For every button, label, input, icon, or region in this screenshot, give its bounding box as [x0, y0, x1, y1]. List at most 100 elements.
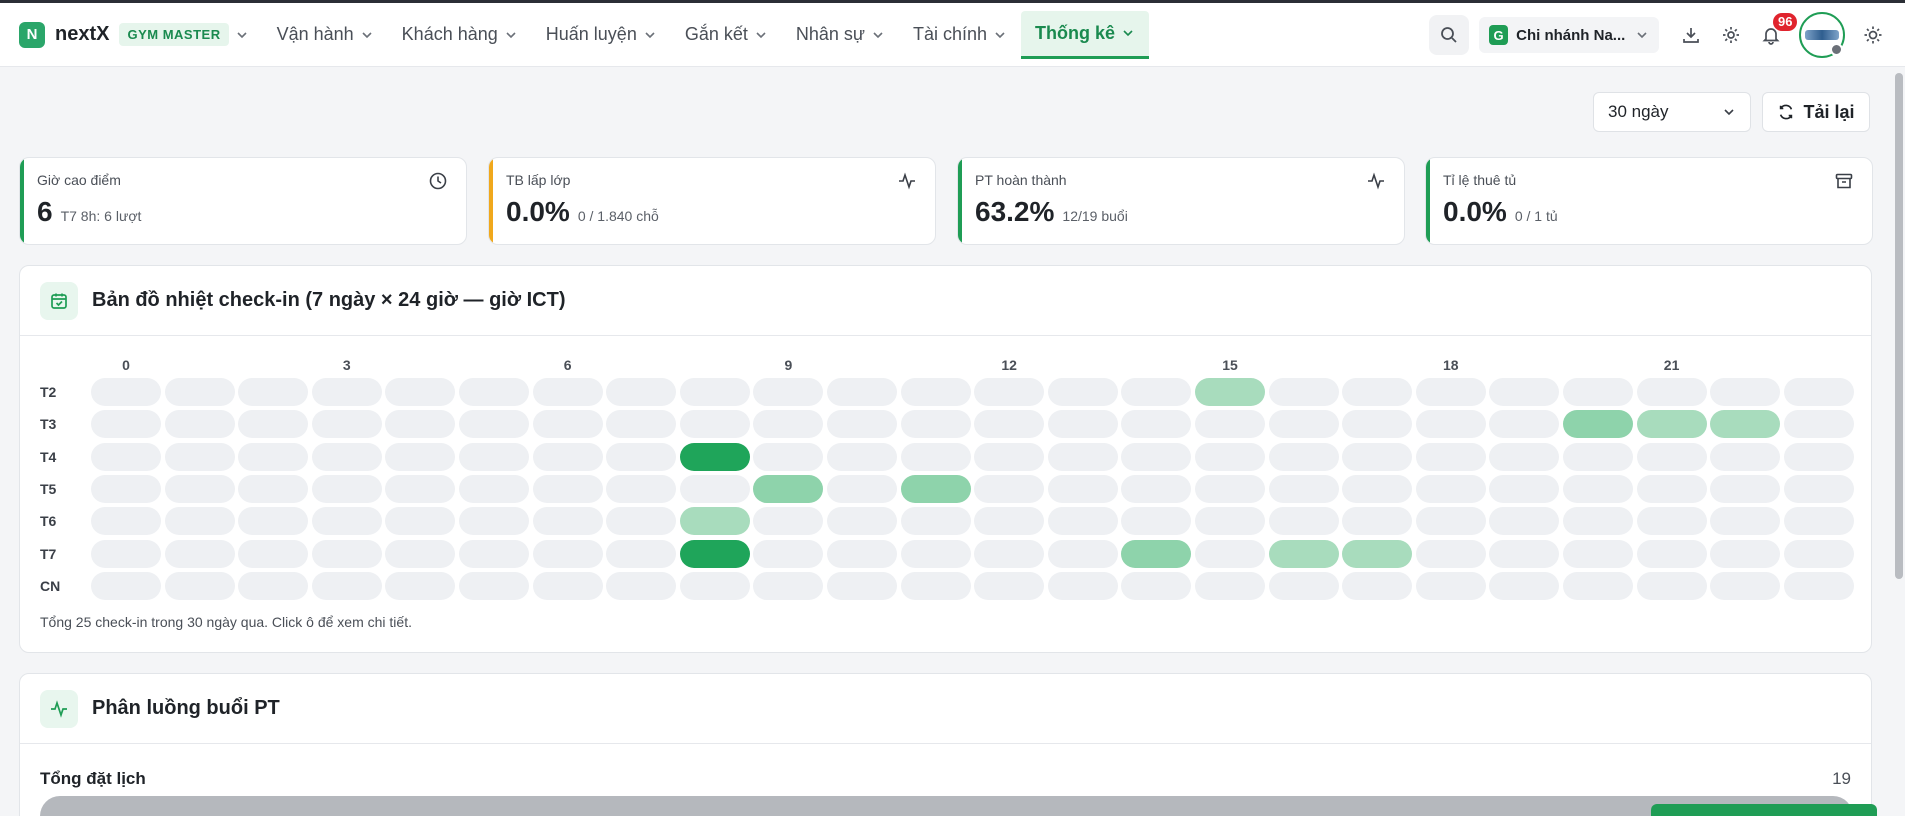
heatmap-cell[interactable] — [1783, 442, 1854, 471]
heatmap-cell[interactable] — [606, 442, 677, 471]
heatmap-cell[interactable] — [827, 378, 897, 406]
heatmap-cell[interactable] — [1047, 507, 1118, 536]
heatmap-cell[interactable] — [91, 571, 161, 600]
heatmap-cell[interactable] — [974, 507, 1045, 536]
heatmap-cell[interactable] — [1195, 474, 1265, 503]
heatmap-cell[interactable] — [1489, 507, 1560, 536]
heatmap-cell[interactable] — [238, 378, 309, 406]
nav-item-5[interactable]: Tài chính — [899, 11, 1021, 59]
heatmap-cell[interactable] — [532, 539, 603, 568]
heatmap-cell[interactable] — [1636, 474, 1707, 503]
heatmap-cell[interactable] — [385, 474, 456, 503]
heatmap-cell[interactable] — [1195, 442, 1265, 471]
heatmap-cell[interactable] — [385, 539, 456, 568]
heatmap-cell[interactable] — [827, 442, 897, 471]
heatmap-cell[interactable] — [1415, 442, 1486, 471]
heatmap-cell[interactable] — [753, 378, 824, 406]
heatmap-cell[interactable] — [164, 442, 235, 471]
heatmap-cell[interactable] — [827, 571, 897, 600]
heatmap-cell[interactable] — [1563, 571, 1633, 600]
heatmap-cell[interactable] — [753, 507, 824, 536]
heatmap-cell[interactable] — [679, 378, 750, 406]
heatmap-cell[interactable] — [606, 507, 677, 536]
heatmap-cell[interactable] — [238, 571, 309, 600]
heatmap-cell[interactable] — [679, 571, 750, 600]
heatmap-cell[interactable] — [1710, 474, 1781, 503]
settings-button[interactable] — [1711, 15, 1751, 55]
heatmap-cell[interactable] — [1563, 410, 1633, 439]
heatmap-cell[interactable] — [385, 378, 456, 406]
heatmap-cell[interactable] — [1121, 410, 1192, 439]
branch-selector[interactable]: G Chi nhánh Na... — [1479, 17, 1659, 53]
heatmap-cell[interactable] — [1783, 474, 1854, 503]
heatmap-cell[interactable] — [606, 378, 677, 406]
heatmap-cell[interactable] — [1710, 378, 1781, 406]
heatmap-cell[interactable] — [532, 378, 603, 406]
heatmap-cell[interactable] — [238, 539, 309, 568]
heatmap-cell[interactable] — [900, 378, 971, 406]
heatmap-cell[interactable] — [238, 442, 309, 471]
heatmap-cell[interactable] — [679, 507, 750, 536]
heatmap-cell[interactable] — [974, 474, 1045, 503]
heatmap-cell[interactable] — [1563, 442, 1633, 471]
heatmap-cell[interactable] — [311, 474, 382, 503]
heatmap-cell[interactable] — [1047, 474, 1118, 503]
heatmap-cell[interactable] — [385, 571, 456, 600]
heatmap-cell[interactable] — [974, 410, 1045, 439]
heatmap-cell[interactable] — [1342, 378, 1413, 406]
heatmap-cell[interactable] — [1783, 410, 1854, 439]
heatmap-cell[interactable] — [1636, 378, 1707, 406]
heatmap-cell[interactable] — [164, 571, 235, 600]
heatmap-cell[interactable] — [1636, 410, 1707, 439]
heatmap-cell[interactable] — [606, 539, 677, 568]
heatmap-cell[interactable] — [679, 539, 750, 568]
heatmap-cell[interactable] — [1489, 378, 1560, 406]
theme-toggle-button[interactable] — [1853, 15, 1893, 55]
heatmap-cell[interactable] — [1121, 378, 1192, 406]
heatmap-cell[interactable] — [1710, 410, 1781, 439]
heatmap-cell[interactable] — [1268, 378, 1339, 406]
heatmap-cell[interactable] — [753, 442, 824, 471]
heatmap-cell[interactable] — [679, 442, 750, 471]
heatmap-cell[interactable] — [1563, 378, 1633, 406]
heatmap-cell[interactable] — [606, 571, 677, 600]
heatmap-cell[interactable] — [91, 474, 161, 503]
heatmap-cell[interactable] — [1710, 507, 1781, 536]
heatmap-cell[interactable] — [606, 474, 677, 503]
heatmap-cell[interactable] — [1342, 474, 1413, 503]
heatmap-cell[interactable] — [459, 539, 529, 568]
heatmap-cell[interactable] — [385, 410, 456, 439]
heatmap-cell[interactable] — [1415, 378, 1486, 406]
chevron-down-icon[interactable] — [235, 28, 249, 42]
heatmap-cell[interactable] — [1489, 442, 1560, 471]
heatmap-cell[interactable] — [1563, 539, 1633, 568]
notifications-button[interactable]: 96 — [1751, 13, 1798, 55]
heatmap-cell[interactable] — [91, 442, 161, 471]
heatmap-cell[interactable] — [1268, 410, 1339, 439]
heatmap-cell[interactable] — [974, 442, 1045, 471]
heatmap-cell[interactable] — [238, 507, 309, 536]
heatmap-cell[interactable] — [1195, 410, 1265, 439]
heatmap-cell[interactable] — [1121, 474, 1192, 503]
heatmap-cell[interactable] — [1268, 442, 1339, 471]
heatmap-cell[interactable] — [753, 410, 824, 439]
heatmap-cell[interactable] — [1268, 539, 1339, 568]
heatmap-cell[interactable] — [91, 539, 161, 568]
heatmap-cell[interactable] — [974, 571, 1045, 600]
heatmap-cell[interactable] — [459, 410, 529, 439]
heatmap-cell[interactable] — [1563, 474, 1633, 503]
heatmap-cell[interactable] — [1268, 474, 1339, 503]
heatmap-cell[interactable] — [1342, 571, 1413, 600]
heatmap-cell[interactable] — [459, 507, 529, 536]
heatmap-cell[interactable] — [91, 378, 161, 406]
heatmap-cell[interactable] — [91, 507, 161, 536]
heatmap-cell[interactable] — [459, 571, 529, 600]
heatmap-cell[interactable] — [459, 378, 529, 406]
heatmap-cell[interactable] — [238, 474, 309, 503]
heatmap-cell[interactable] — [1415, 539, 1486, 568]
heatmap-cell[interactable] — [1195, 507, 1265, 536]
heatmap-cell[interactable] — [311, 442, 382, 471]
heatmap-cell[interactable] — [1268, 507, 1339, 536]
heatmap-cell[interactable] — [459, 474, 529, 503]
heatmap-cell[interactable] — [1047, 410, 1118, 439]
